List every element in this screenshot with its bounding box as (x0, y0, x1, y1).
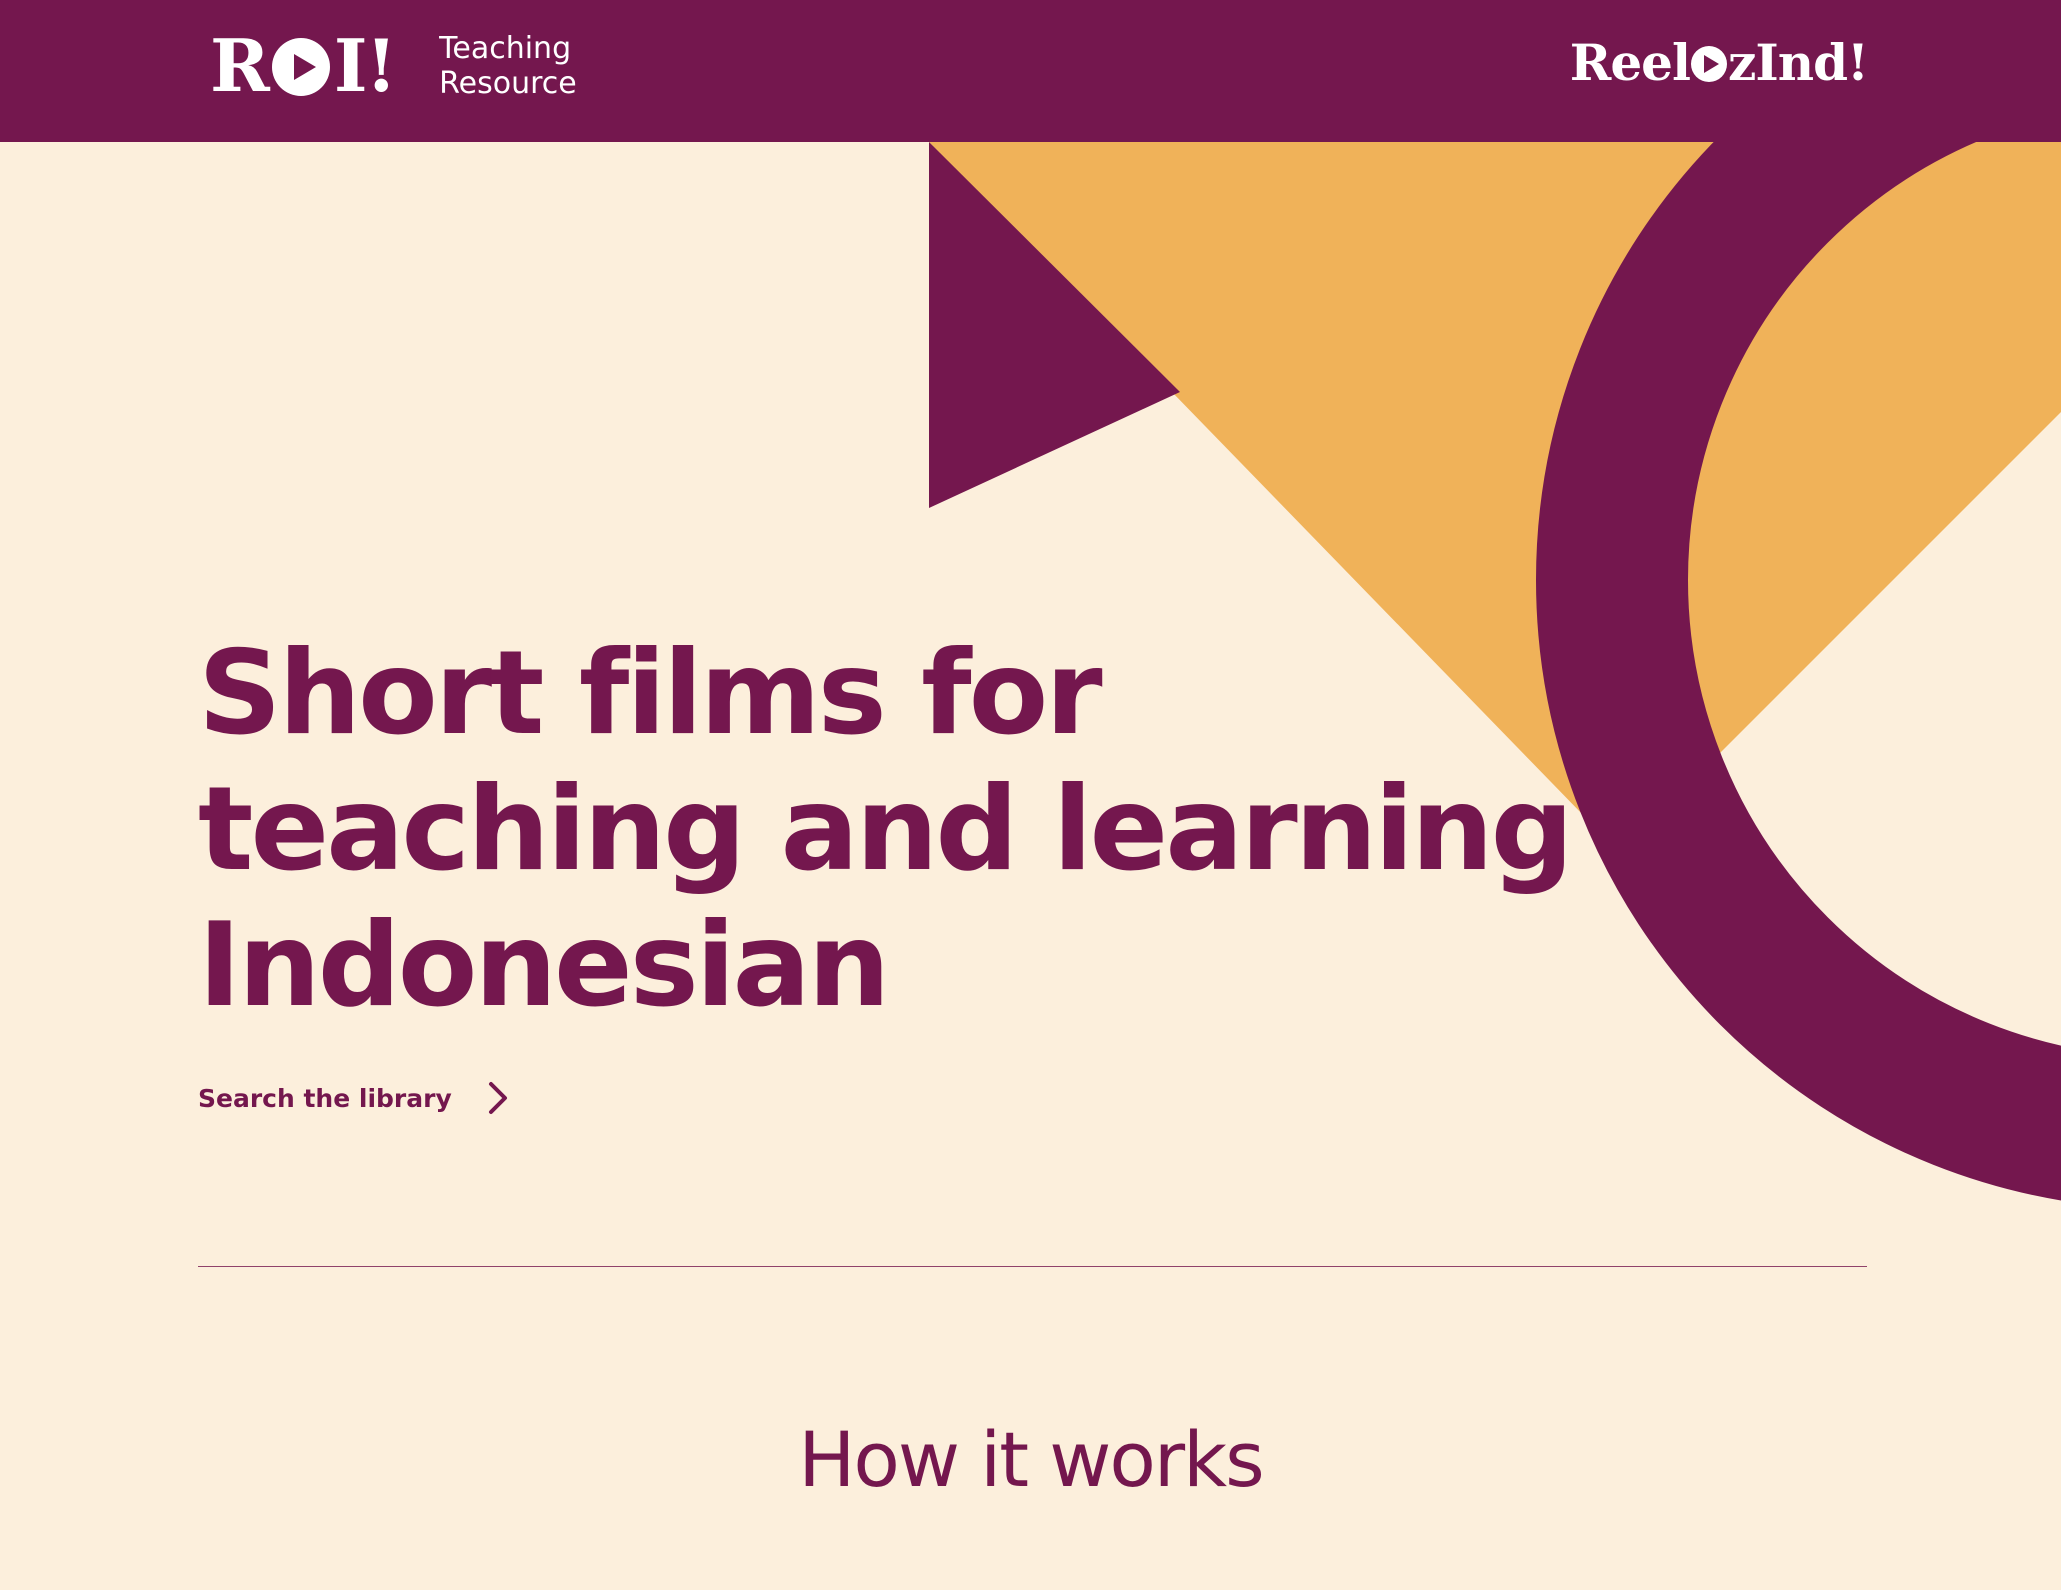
section-divider (198, 1266, 1867, 1267)
play-circle-icon (1690, 46, 1727, 82)
site-header: R I! Teaching Resource Reel zInd! (0, 0, 2061, 142)
roi-logo-mark: R I! (210, 23, 397, 108)
hero-title-line1: Short films for (198, 626, 1103, 761)
reel-logo-suffix: zInd! (1727, 33, 1869, 92)
logo-letters-i-exclaim: I! (333, 23, 397, 108)
search-library-label: Search the library (198, 1083, 452, 1113)
reel-logo-prefix: Reel (1569, 33, 1691, 92)
hero-title-line3: Indonesian (198, 898, 890, 1033)
how-it-works-heading: How it works (798, 1415, 1265, 1504)
reelozind-logo[interactable]: Reel zInd! (1569, 33, 1869, 92)
page: R I! Teaching Resource Reel zInd! Short … (0, 0, 2061, 1590)
hero-title-line2: teaching and learning (198, 762, 1574, 897)
chevron-right-icon (488, 1082, 507, 1114)
roi-teaching-resource-logo[interactable]: R I! Teaching Resource (210, 30, 577, 102)
logo-subtitle: Teaching Resource (439, 31, 577, 101)
search-library-link[interactable]: Search the library (198, 1080, 510, 1116)
logo-subtitle-line1: Teaching (439, 31, 572, 66)
play-circle-icon (271, 38, 330, 96)
logo-subtitle-line2: Resource (439, 66, 577, 101)
logo-letter-r: R (210, 23, 270, 108)
hero-title: Short films for teaching and learning In… (198, 626, 1574, 1034)
